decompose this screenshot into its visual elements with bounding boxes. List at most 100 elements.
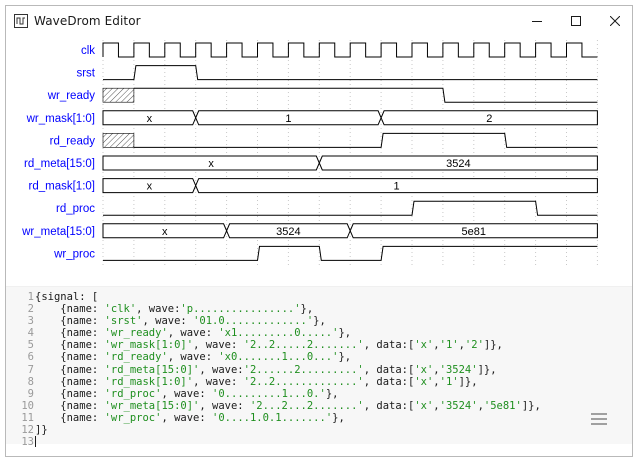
close-button[interactable] (598, 6, 632, 36)
code-token: ]}, (483, 339, 503, 352)
line-number: 8 (27, 375, 34, 388)
title-bar[interactable]: WaveDrom Editor (6, 6, 632, 36)
code-line: {name: 'wr_mask[1:0]', wave: '2..2.....2… (35, 339, 541, 351)
code-token: {name: (35, 339, 105, 352)
signal-rd-mask10-label: rd_mask[1:0] (29, 181, 95, 193)
bus-value: x (208, 158, 214, 170)
line-number: 7 (27, 363, 34, 376)
signal-rd-proc-label: rd_proc (56, 203, 95, 215)
code-string: '01.0.............' (193, 315, 314, 328)
code-token: , wave: (199, 363, 244, 376)
line-number: 9 (27, 387, 34, 400)
code-token: , data:[ (363, 399, 415, 412)
code-token: }, (332, 411, 345, 424)
signal-rd-ready-label: rd_ready (50, 135, 96, 147)
code-token: , wave: (142, 315, 194, 328)
maximize-button[interactable] (559, 6, 593, 36)
bus-value: 1 (285, 113, 291, 125)
code-token: ]}, (458, 375, 478, 388)
signal-srst-label: srst (76, 68, 95, 80)
code-string: 'clk' (104, 303, 137, 316)
signal-trace (133, 132, 598, 148)
code-token: {name: (35, 327, 105, 340)
line-number-gutter: 1 2 3 4 5 6 7 8 9 10 11 12 13 (6, 291, 34, 448)
code-editor[interactable]: 1 2 3 4 5 6 7 8 9 10 11 12 13 {signal: [ {name: 'clk… (6, 286, 632, 448)
code-string: 'x1.........0.....' (218, 327, 339, 340)
code-token: {name: (35, 351, 105, 364)
wavedrom-app-icon (14, 14, 28, 28)
code-string: '3524' (439, 399, 478, 412)
code-string: 'rd_ready' (104, 351, 168, 364)
code-string: 'srst' (104, 315, 143, 328)
code-token: {signal: [ (35, 291, 99, 303)
code-string: '0....1.0.1.......' (212, 411, 333, 424)
code-token: , wave: (167, 327, 219, 340)
code-token: , wave: (136, 303, 181, 316)
line-number: 13 (21, 436, 34, 449)
code-token: , wave: (199, 399, 250, 412)
line-number: 10 (21, 399, 34, 412)
code-line: {name: 'rd_meta[15:0]', wave:'2......2..… (35, 364, 541, 376)
code-token: }, (325, 387, 339, 400)
line-number: 11 (21, 411, 34, 424)
code-string: 'x' (414, 363, 434, 376)
code-line (35, 436, 541, 448)
code-text[interactable]: {signal: [ {name: 'clk', wave:'p........… (35, 291, 541, 448)
hamburger-menu-icon[interactable] (591, 412, 607, 426)
signal-wr-meta150-wave: x 3524 5e81 (102, 223, 598, 239)
code-string: '1' (439, 375, 459, 388)
code-line: {name: 'clk', wave:'p................'}, (35, 303, 541, 315)
minimize-icon (532, 21, 542, 22)
code-line: {signal: [ (35, 291, 541, 303)
line-number: 5 (27, 339, 34, 352)
code-token: , wave: (167, 351, 219, 364)
code-token: {name: (35, 375, 105, 388)
text-cursor (35, 436, 36, 448)
code-line: {name: 'wr_meta[15:0]', wave: '2...2...2… (35, 400, 541, 412)
signal-clk-label: clk (81, 45, 95, 57)
waveform-diagram: clk srst wr_ready wr_mask[1:0] rd_ready rd_me… (21, 40, 598, 266)
code-string: '1' (439, 339, 459, 352)
code-token: {name: (35, 387, 105, 400)
line-number: 1 (27, 291, 34, 303)
code-token: {name: (35, 399, 105, 412)
code-string: 'wr_meta[15:0]' (104, 399, 200, 412)
signal-clk-wave (102, 42, 598, 58)
code-token: {name: (35, 303, 105, 316)
code-token: {name: (35, 363, 105, 376)
signal-wr-proc-label: wr_proc (53, 248, 95, 260)
code-string: 'wr_proc' (104, 411, 162, 424)
code-token: ]}, (521, 399, 541, 412)
signal-rd-meta150-wave: x 3524 (102, 155, 598, 171)
code-token: }, (338, 351, 352, 364)
minimize-button[interactable] (520, 6, 554, 36)
waveform-view[interactable]: clk srst wr_ready wr_mask[1:0] rd_ready rd_me… (6, 36, 632, 274)
code-string: 'x' (414, 375, 434, 388)
code-string: 'wr_ready' (104, 327, 168, 340)
bus-value: 3524 (276, 226, 300, 238)
close-icon (610, 16, 620, 26)
code-token: , wave: (193, 375, 244, 388)
code-token: , data:[ (363, 375, 415, 388)
code-line: {name: 'rd_mask[1:0]', wave: '2..2......… (35, 376, 541, 388)
code-line: {name: 'srst', wave: '01.0.............'… (35, 315, 541, 327)
signal-trace (133, 87, 598, 103)
code-token: {name: (35, 315, 105, 328)
code-line: {name: 'rd_ready', wave: 'x0.......1...0… (35, 351, 541, 363)
code-string: '0.........1...0.' (212, 387, 326, 400)
code-string: '2...2...2.......' (249, 399, 364, 412)
code-string: '3524' (439, 363, 478, 376)
code-string: '2' (464, 339, 484, 352)
code-string: '2..2.............' (243, 375, 364, 388)
window-title: WaveDrom Editor (34, 14, 141, 28)
maximize-icon (571, 16, 581, 26)
bus-value: 1 (393, 181, 399, 193)
signal-wr-meta150-label: wr_meta[15:0] (21, 226, 95, 238)
bus-value: x (147, 181, 153, 193)
unknown-state (102, 87, 135, 103)
code-line: {name: 'wr_proc', wave: '0....1.0.1.....… (35, 412, 541, 424)
clock-trace (102, 42, 598, 58)
code-string: 'rd_mask[1:0]' (104, 375, 194, 388)
code-line: {name: 'wr_ready', wave: 'x1.........0..… (35, 327, 541, 339)
line-number: 4 (27, 327, 34, 340)
